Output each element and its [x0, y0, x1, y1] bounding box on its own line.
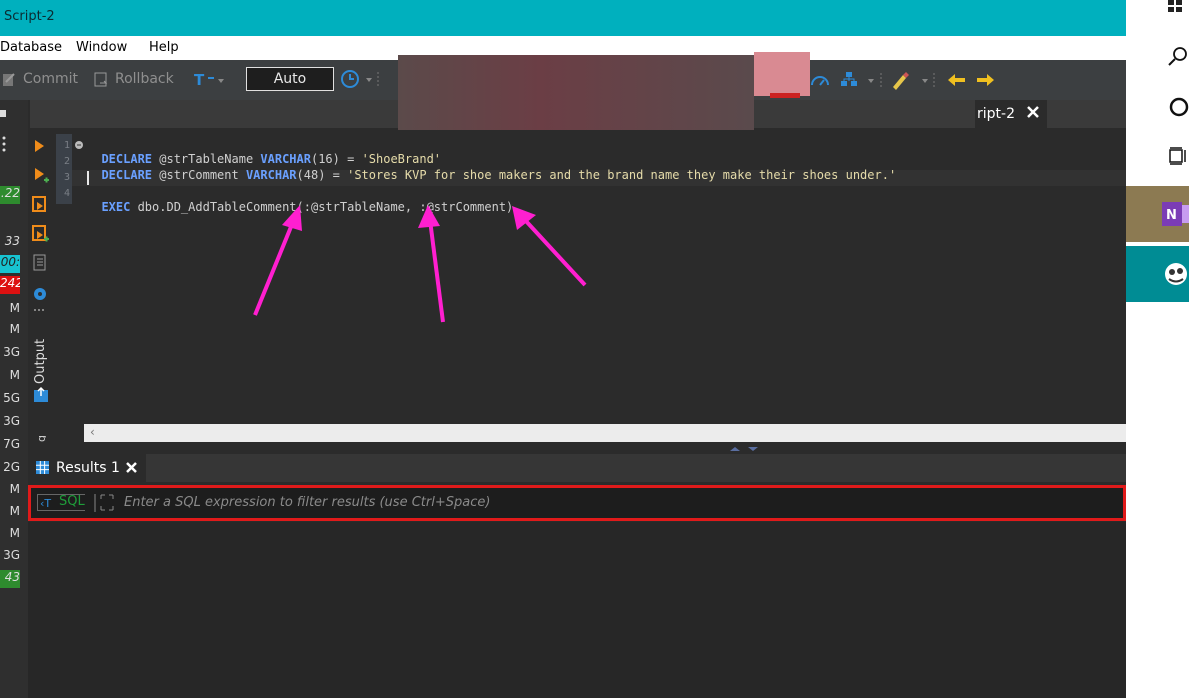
splitter-handle-icon[interactable] — [730, 445, 760, 453]
more-options-icon[interactable] — [0, 134, 10, 154]
left-value: M — [9, 368, 20, 382]
text-cursor — [87, 171, 89, 185]
onenote-icon: N — [1162, 202, 1189, 226]
rollback-button[interactable]: Rollback — [115, 71, 174, 87]
output-label: Output — [33, 338, 48, 384]
code-token: EXEC — [101, 200, 131, 214]
transaction-mode-select[interactable]: Auto — [246, 67, 334, 91]
left-value: 3G — [3, 548, 20, 562]
commit-icon — [2, 72, 16, 88]
history-icon[interactable] — [340, 69, 380, 89]
commit-button[interactable]: Commit — [23, 71, 78, 87]
code-token: (48) = — [296, 168, 348, 182]
scroll-left-icon[interactable]: ‹ — [90, 425, 95, 439]
line-number: 3 — [63, 172, 70, 183]
taskbar-app[interactable] — [1126, 246, 1189, 302]
execute-statement-icon[interactable] — [30, 138, 50, 154]
execute-script-icon[interactable] — [30, 195, 50, 215]
panel-toggle-icon[interactable] — [0, 100, 10, 130]
code-line-2: DECLARE @strComment VARCHAR(48) = 'Store… — [87, 154, 896, 182]
line-number: 1 — [63, 140, 70, 151]
horizontal-scrollbar[interactable]: ‹ — [84, 424, 1126, 442]
line-number: 2 — [63, 156, 70, 167]
svg-text:N: N — [1166, 208, 1177, 223]
left-value: 3G — [3, 345, 20, 359]
results-tab-label: Results 1 — [56, 460, 120, 476]
search-icon[interactable] — [1168, 46, 1189, 68]
left-value: 3G — [3, 414, 20, 428]
expand-filter-icon[interactable] — [93, 492, 117, 514]
arrow-right-icon[interactable] — [974, 71, 996, 89]
left-value: M — [9, 301, 20, 315]
explain-plan-icon[interactable] — [30, 253, 50, 273]
sql-label: SQL — [59, 494, 85, 509]
tab-script-2[interactable]: ript-2 — [975, 100, 1047, 128]
annotation-arrow-3 — [512, 206, 587, 287]
windows-taskbar — [1126, 0, 1189, 698]
settings-gear-icon[interactable] — [30, 284, 50, 314]
execute-script-new-tab-icon[interactable] — [30, 224, 50, 244]
annotation-arrow-1 — [253, 205, 302, 316]
left-value: 33 — [4, 234, 20, 248]
filter-input[interactable] — [122, 492, 1116, 512]
left-value: .22 — [0, 186, 20, 204]
left-value: 43 — [0, 570, 20, 588]
results-tabs-bar — [28, 454, 1126, 482]
execute-in-new-tab-icon[interactable] — [30, 166, 50, 186]
tab-results-1[interactable]: Results 1 — [28, 454, 146, 482]
menu-database[interactable]: Database — [0, 40, 62, 55]
line-number: 4 — [63, 188, 70, 199]
tree-icon[interactable] — [840, 70, 884, 90]
redacted-area — [754, 52, 810, 96]
left-value: 2G — [3, 460, 20, 474]
redacted-area-stripe — [770, 93, 800, 98]
speedometer-icon[interactable] — [810, 70, 830, 90]
task-view-icon[interactable] — [1168, 145, 1189, 167]
cortana-icon[interactable] — [1168, 96, 1189, 118]
code-token: DECLARE — [101, 168, 153, 182]
menu-window[interactable]: Window — [76, 40, 127, 55]
menu-help[interactable]: Help — [149, 40, 179, 55]
code-token: VARCHAR — [245, 168, 297, 182]
code-token: @strComment — [152, 168, 246, 182]
left-value: M — [9, 526, 20, 540]
left-value: 5G — [3, 391, 20, 405]
close-results-icon[interactable] — [125, 461, 138, 474]
export-icon[interactable] — [32, 386, 50, 404]
brush-icon[interactable] — [890, 70, 938, 90]
fold-icon[interactable] — [74, 140, 84, 150]
left-value: 00: — [0, 255, 20, 273]
output-panel-toggle[interactable]: Output — [31, 328, 51, 388]
svg-text:T: T — [194, 71, 205, 89]
transaction-mode-icon[interactable]: T — [194, 70, 224, 90]
redacted-block — [398, 55, 754, 130]
grid-icon — [36, 461, 49, 474]
title-bar: Script-2 — [0, 0, 1126, 36]
close-tab-icon[interactable] — [1026, 105, 1040, 119]
tab-label: ript-2 — [977, 106, 1015, 122]
left-value: M — [9, 504, 20, 518]
left-value: M — [9, 482, 20, 496]
left-value: 242 — [0, 276, 20, 294]
taskbar-onenote[interactable]: N — [1126, 186, 1189, 242]
app-icon — [1164, 262, 1189, 287]
code-token: 'Stores KVP for shoe makers and the bran… — [347, 168, 897, 182]
window-title: Script-2 — [4, 9, 55, 24]
svg-text:‹T: ‹T — [40, 497, 51, 510]
left-value: M — [9, 322, 20, 336]
annotation-arrows — [253, 205, 587, 323]
windows-start-icon[interactable] — [1166, 0, 1186, 14]
results-grid[interactable] — [28, 522, 1126, 698]
arrow-left-icon[interactable] — [946, 71, 968, 89]
panel-label-icon: g — [36, 430, 46, 444]
svg-text:g: g — [36, 435, 46, 442]
annotation-arrow-2 — [418, 205, 445, 323]
left-value: 7G — [3, 437, 20, 451]
rollback-icon — [94, 72, 110, 88]
